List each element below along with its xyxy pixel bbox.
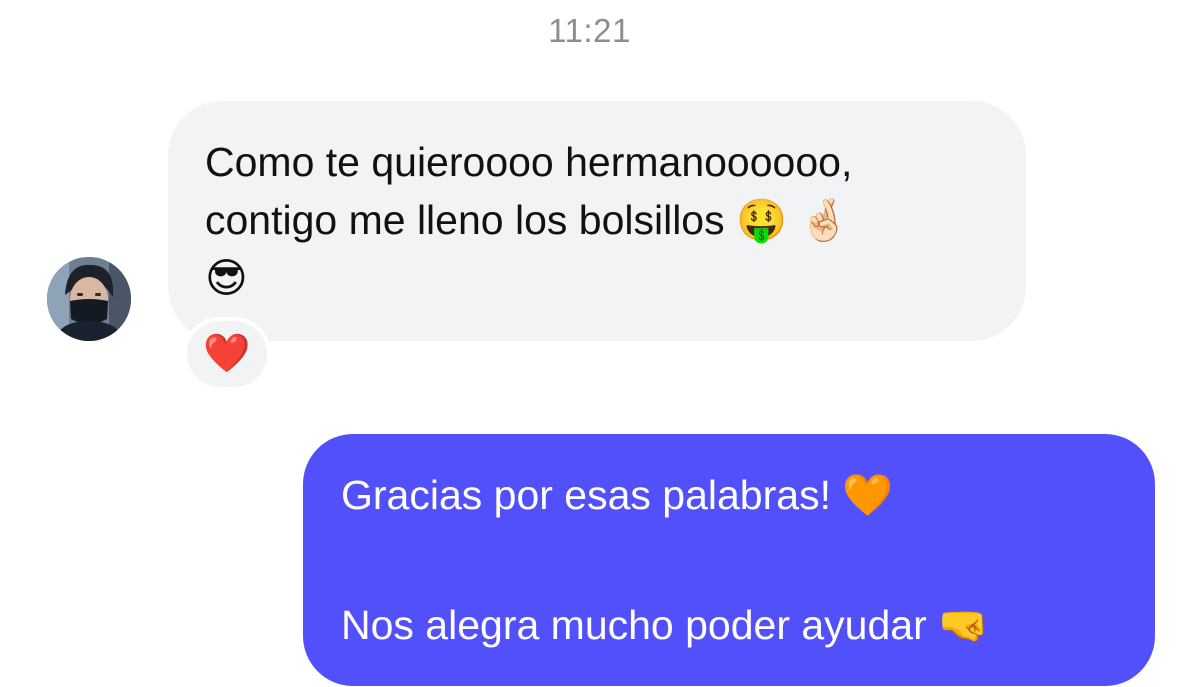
incoming-message-text: Como te quieroooo hermanoooooo, contigo … [205,139,853,301]
chat-thread: 11:21 Como te quieroooo hermanoooooo, co… [0,0,1179,687]
incoming-message-bubble[interactable]: Como te quieroooo hermanoooooo, contigo … [168,101,1026,341]
outgoing-message-line-2: Nos alegra mucho poder ayudar 🤜 [341,602,990,648]
outgoing-message-line-1: Gracias por esas palabras! 🧡 [341,472,894,518]
heart-reaction-icon[interactable]: ❤️ [183,317,271,391]
outgoing-message-bubble[interactable]: Gracias por esas palabras! 🧡 Nos alegra … [303,434,1155,686]
avatar-photo-icon [47,257,131,341]
message-timestamp: 11:21 [548,12,631,49]
sender-avatar[interactable] [47,257,131,341]
